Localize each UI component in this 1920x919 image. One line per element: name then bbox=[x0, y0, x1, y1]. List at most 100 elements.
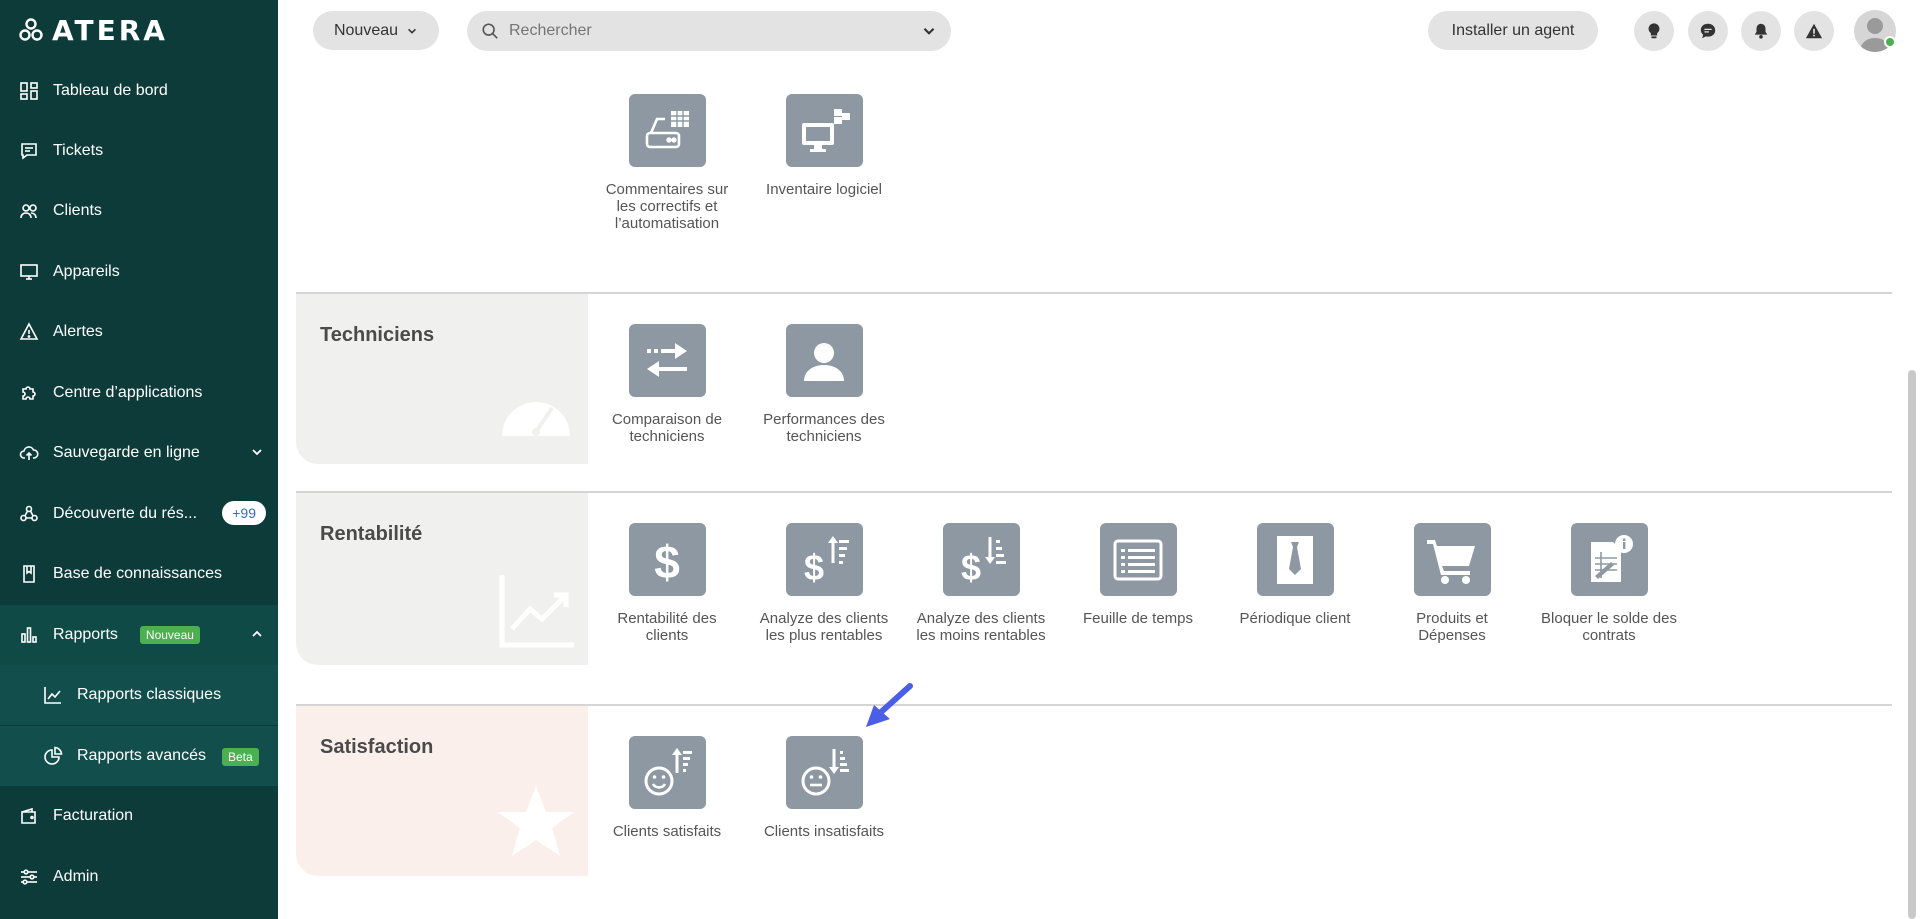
count-badge: +99 bbox=[222, 501, 266, 525]
sidebar-item-advanced-reports[interactable]: Rapports avancés Beta bbox=[0, 726, 278, 786]
report-tile-technician-comparison[interactable]: Comparaison de techniciens bbox=[592, 324, 742, 445]
section-satisfaction: Satisfaction Clients satisfaits Clients … bbox=[296, 704, 1892, 876]
report-tile-most-profitable[interactable]: $ Analyze des clients les plus rentables bbox=[749, 523, 899, 644]
sidebar-item-devices[interactable]: Appareils bbox=[0, 242, 278, 302]
report-tile-unsatisfied-clients[interactable]: Clients insatisfaits bbox=[749, 736, 899, 840]
report-tile-label: Inventaire logiciel bbox=[766, 181, 882, 198]
wallet-icon bbox=[18, 805, 40, 827]
sidebar-item-tickets[interactable]: Tickets bbox=[0, 121, 278, 181]
report-tile-label: Analyze des clients les plus rentables bbox=[759, 610, 889, 644]
alert-triangle-icon bbox=[18, 321, 40, 343]
install-agent-button[interactable]: Installer un agent bbox=[1428, 11, 1598, 50]
beta-badge: Beta bbox=[222, 748, 259, 766]
sidebar-item-label: Base de connaissances bbox=[53, 565, 222, 582]
sidebar-item-backup[interactable]: Sauvegarde en ligne bbox=[0, 423, 278, 483]
report-tile-label: Comparaison de techniciens bbox=[611, 411, 723, 445]
ticket-icon bbox=[18, 140, 40, 162]
users-icon bbox=[18, 200, 40, 222]
search-input[interactable] bbox=[509, 22, 921, 40]
report-tile-software-inventory[interactable]: Inventaire logiciel bbox=[749, 94, 899, 198]
atera-logo[interactable]: ATERA bbox=[18, 13, 168, 47]
section-title: Techniciens bbox=[320, 324, 435, 346]
server-table-icon bbox=[628, 94, 706, 167]
chevron-down-icon[interactable] bbox=[250, 445, 264, 459]
sidebar-item-network-discovery[interactable]: Découverte du rés... +99 bbox=[0, 484, 278, 544]
section-header: Techniciens bbox=[296, 294, 588, 464]
dollar-icon: $ bbox=[628, 523, 706, 596]
report-tile-patch-feedback[interactable]: Commentaires sur les correctifs et l’aut… bbox=[592, 94, 742, 232]
line-chart-icon bbox=[42, 684, 64, 706]
chevron-up-icon[interactable] bbox=[250, 627, 264, 641]
dollar-sort-desc-icon: $ bbox=[785, 523, 863, 596]
tips-button[interactable] bbox=[1634, 11, 1674, 51]
chevron-down-icon bbox=[408, 28, 416, 34]
section-title: Satisfaction bbox=[320, 736, 434, 758]
chat-icon bbox=[1700, 23, 1716, 39]
sidebar-item-knowledge-base[interactable]: Base de connaissances bbox=[0, 544, 278, 604]
report-tile-label: Produits et Dépenses bbox=[1416, 610, 1488, 644]
sidebar-item-label: Centre d’applications bbox=[53, 384, 203, 401]
topbar: Nouveau Installer un agent bbox=[278, 0, 1920, 60]
shopping-cart-icon bbox=[1413, 523, 1491, 596]
svg-text:$: $ bbox=[961, 547, 981, 588]
notifications-button[interactable] bbox=[1741, 11, 1781, 51]
speedometer-icon bbox=[502, 402, 570, 436]
swap-arrows-icon bbox=[628, 324, 706, 397]
sidebar-item-label: Découverte du rés... bbox=[53, 505, 198, 522]
sidebar-item-label: Appareils bbox=[53, 263, 120, 280]
bell-icon bbox=[1754, 23, 1768, 39]
report-tile-least-profitable[interactable]: $ Analyze des clients les moins rentable… bbox=[906, 523, 1056, 644]
bar-chart-icon bbox=[18, 624, 40, 646]
new-button-label: Nouveau bbox=[333, 21, 399, 39]
chevron-down-icon[interactable] bbox=[921, 23, 937, 39]
monitor-icon bbox=[18, 261, 40, 283]
report-tile-client-periodic[interactable]: Périodique client bbox=[1220, 523, 1370, 627]
timesheet-list-icon bbox=[1099, 523, 1177, 596]
svg-text:$: $ bbox=[804, 547, 824, 588]
neutral-face-sort-icon bbox=[785, 736, 863, 809]
report-tile-label: Clients satisfaits bbox=[612, 823, 722, 840]
section-title: Rentabilité bbox=[320, 523, 423, 545]
sliders-icon bbox=[18, 866, 40, 888]
sidebar-item-dashboard[interactable]: Tableau de bord bbox=[0, 61, 278, 121]
dashboard-icon bbox=[18, 80, 40, 102]
sidebar-item-alerts[interactable]: Alertes bbox=[0, 302, 278, 362]
sidebar-item-classic-reports[interactable]: Rapports classiques bbox=[0, 665, 278, 725]
sidebar-item-app-center[interactable]: Centre d’applications bbox=[0, 363, 278, 423]
star-icon bbox=[498, 786, 574, 856]
computer-packages-icon bbox=[785, 94, 863, 167]
report-tile-satisfied-clients[interactable]: Clients satisfaits bbox=[592, 736, 742, 840]
report-tile-label: Analyze des clients les moins rentables bbox=[916, 610, 1046, 644]
sidebar-item-admin[interactable]: Admin bbox=[0, 847, 278, 907]
sidebar-item-label: Clients bbox=[53, 202, 102, 219]
report-tile-timesheet[interactable]: Feuille de temps bbox=[1063, 523, 1213, 627]
search-bar[interactable] bbox=[467, 11, 951, 51]
user-icon bbox=[785, 324, 863, 397]
sidebar-item-clients[interactable]: Clients bbox=[0, 181, 278, 241]
new-button[interactable]: Nouveau bbox=[313, 11, 439, 50]
sidebar-item-label: Facturation bbox=[53, 807, 134, 824]
report-tile-products-expenses[interactable]: Produits et Dépenses bbox=[1377, 523, 1527, 644]
cloud-upload-icon bbox=[18, 442, 40, 464]
sidebar-item-reports[interactable]: Rapports Nouveau bbox=[0, 605, 278, 665]
sidebar-item-label: Alertes bbox=[53, 323, 103, 340]
report-tile-client-profitability[interactable]: $ Rentabilité des clients bbox=[592, 523, 742, 644]
chat-button[interactable] bbox=[1688, 11, 1728, 51]
search-icon bbox=[482, 23, 498, 39]
section-techniciens: Techniciens Comparaison de techniciens P… bbox=[296, 292, 1892, 464]
sidebar-item-label: Sauvegarde en ligne bbox=[53, 444, 200, 461]
report-tile-technician-performance[interactable]: Performances des techniciens bbox=[749, 324, 899, 445]
sidebar-item-label: Rapports avancés bbox=[77, 747, 206, 764]
reports-content: Commentaires sur les correctifs et l’aut… bbox=[278, 60, 1898, 919]
sidebar-item-label: Tickets bbox=[53, 142, 104, 159]
alerts-button[interactable] bbox=[1794, 11, 1834, 51]
puzzle-icon bbox=[18, 382, 40, 404]
report-tile-contract-balance[interactable]: Bloquer le solde des contrats bbox=[1534, 523, 1684, 644]
sidebar-item-billing[interactable]: Facturation bbox=[0, 786, 278, 846]
logo-text: ATERA bbox=[52, 13, 168, 47]
report-tile-label: Feuille de temps bbox=[1082, 610, 1194, 627]
warning-icon bbox=[1805, 23, 1823, 39]
sidebar: ATERA Tableau de bord Tickets Clients Ap… bbox=[0, 0, 278, 919]
report-tile-label: Bloquer le solde des contrats bbox=[1541, 610, 1677, 644]
scrollbar[interactable] bbox=[1908, 370, 1916, 919]
